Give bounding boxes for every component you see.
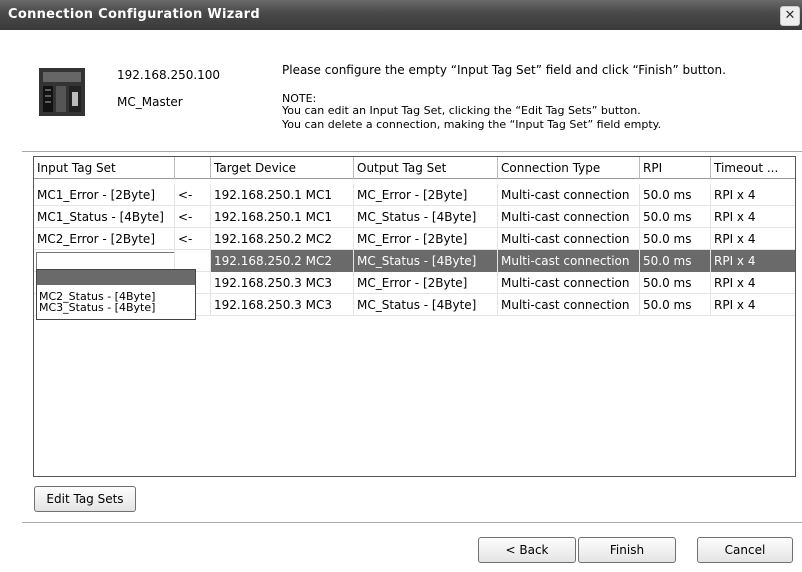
column-header-output-tag-set[interactable]: Output Tag Set xyxy=(354,157,498,179)
rpi-cell: 50.0 ms xyxy=(640,250,711,272)
column-header-direction[interactable] xyxy=(175,157,211,179)
rpi-cell: 50.0 ms xyxy=(640,228,711,250)
table-row[interactable]: MC1_Status - [4Byte] <- 192.168.250.1 MC… xyxy=(34,206,795,228)
connection-type-cell: Multi-cast connection xyxy=(498,294,640,316)
timeout-cell: RPI x 4 xyxy=(711,206,795,228)
input-tag-set-cell[interactable]: MC1_Error - [2Byte] xyxy=(34,184,175,206)
timeout-cell: RPI x 4 xyxy=(711,294,795,316)
column-header-timeout[interactable]: Timeout ... xyxy=(711,157,795,179)
target-device-cell: 192.168.250.1 MC1 xyxy=(211,206,354,228)
target-device-cell: 192.168.250.2 MC2 xyxy=(211,250,354,272)
window-title: Connection Configuration Wizard xyxy=(8,7,261,22)
footer-divider xyxy=(22,522,802,523)
finish-button[interactable]: Finish xyxy=(578,537,676,563)
rpi-cell: 50.0 ms xyxy=(640,206,711,228)
target-device-cell: 192.168.250.2 MC2 xyxy=(211,228,354,250)
device-ip-address: 192.168.250.100 xyxy=(117,68,221,82)
edit-tag-sets-button[interactable]: Edit Tag Sets xyxy=(34,486,136,512)
connection-type-cell: Multi-cast connection xyxy=(498,228,640,250)
rpi-cell: 50.0 ms xyxy=(640,184,711,206)
direction-cell: <- xyxy=(175,206,211,228)
output-tag-set-cell: MC_Status - [4Byte] xyxy=(354,294,498,316)
combobox-value[interactable] xyxy=(37,253,174,270)
rpi-cell: 50.0 ms xyxy=(640,294,711,316)
column-header-target-device[interactable]: Target Device xyxy=(211,157,354,179)
output-tag-set-cell: MC_Status - [4Byte] xyxy=(354,250,498,272)
instruction-text: Please configure the empty “Input Tag Se… xyxy=(282,63,726,77)
close-icon[interactable]: ✕ xyxy=(780,6,800,26)
table-header: Input Tag Set Target Device Output Tag S… xyxy=(34,157,795,179)
note-line-delete: You can delete a connection, making the … xyxy=(282,118,662,131)
plc-device-icon xyxy=(39,68,85,116)
column-header-input-tag-set[interactable]: Input Tag Set xyxy=(34,157,175,179)
column-header-rpi[interactable]: RPI xyxy=(640,157,711,179)
target-device-cell: 192.168.250.3 MC3 xyxy=(211,272,354,294)
output-tag-set-cell: MC_Error - [2Byte] xyxy=(354,184,498,206)
device-name: MC_Master xyxy=(117,95,183,109)
direction-cell: <- xyxy=(175,228,211,250)
target-device-cell: 192.168.250.3 MC3 xyxy=(211,294,354,316)
timeout-cell: RPI x 4 xyxy=(711,250,795,272)
target-device-cell: 192.168.250.1 MC1 xyxy=(211,184,354,206)
input-tag-set-cell[interactable]: MC2_Error - [2Byte] xyxy=(34,228,175,250)
rpi-cell: 50.0 ms xyxy=(640,272,711,294)
title-bar: Connection Configuration Wizard ✕ xyxy=(0,0,802,30)
connection-type-cell: Multi-cast connection xyxy=(498,250,640,272)
timeout-cell: RPI x 4 xyxy=(711,272,795,294)
note-line-edit: You can edit an Input Tag Set, clicking … xyxy=(282,104,641,117)
connection-type-cell: Multi-cast connection xyxy=(498,184,640,206)
dropdown-option[interactable]: MC3_Status - [4Byte] xyxy=(39,302,155,313)
table-row[interactable]: MC1_Error - [2Byte] <- 192.168.250.1 MC1… xyxy=(34,184,795,206)
timeout-cell: RPI x 4 xyxy=(711,184,795,206)
header-divider xyxy=(22,151,802,152)
cancel-button[interactable]: Cancel xyxy=(697,537,793,563)
output-tag-set-cell: MC_Status - [4Byte] xyxy=(354,206,498,228)
table-row[interactable]: MC2_Error - [2Byte] <- 192.168.250.2 MC2… xyxy=(34,228,795,250)
direction-cell: <- xyxy=(175,184,211,206)
column-header-connection-type[interactable]: Connection Type xyxy=(498,157,640,179)
timeout-cell: RPI x 4 xyxy=(711,228,795,250)
input-tag-set-cell[interactable]: MC1_Status - [4Byte] xyxy=(34,206,175,228)
input-tag-set-dropdown-list[interactable]: MC2_Status - [4Byte] MC3_Status - [4Byte… xyxy=(36,269,196,320)
connection-type-cell: Multi-cast connection xyxy=(498,272,640,294)
output-tag-set-cell: MC_Error - [2Byte] xyxy=(354,272,498,294)
dropdown-option-blank[interactable] xyxy=(37,270,195,285)
connection-table[interactable]: Input Tag Set Target Device Output Tag S… xyxy=(33,156,796,477)
connection-wizard-window: Connection Configuration Wizard ✕ 192.16… xyxy=(0,0,802,572)
output-tag-set-cell: MC_Error - [2Byte] xyxy=(354,228,498,250)
connection-type-cell: Multi-cast connection xyxy=(498,206,640,228)
back-button[interactable]: < Back xyxy=(478,537,576,563)
